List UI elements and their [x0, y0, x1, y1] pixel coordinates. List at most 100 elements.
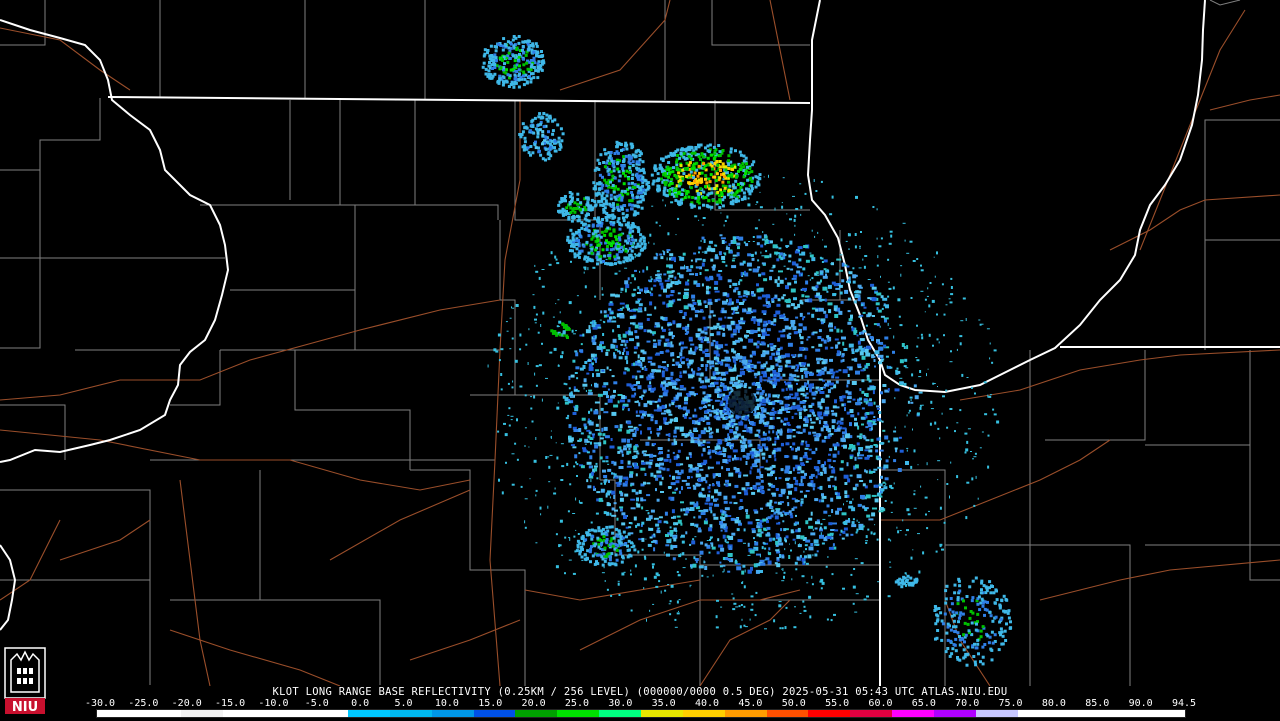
echo-pixel [698, 565, 704, 569]
echo-pixel [722, 459, 728, 463]
echo-pixel [794, 606, 796, 608]
echo-pixel [838, 369, 842, 372]
echo-pixel [753, 537, 755, 540]
echo-pixel [704, 331, 708, 335]
echo-pixel [917, 464, 919, 466]
echo-pixel [634, 256, 636, 259]
echo-pixel [883, 486, 888, 490]
echo-pixel [818, 378, 823, 381]
echo-pixel [751, 316, 756, 319]
echo-pixel [524, 40, 527, 44]
echo-pixel [556, 123, 560, 127]
echo-pixel [855, 484, 858, 487]
echo-pixel [700, 380, 705, 384]
echo-pixel [506, 330, 509, 332]
echo-pixel [578, 500, 580, 504]
echo-pixel [786, 411, 791, 413]
echo-pixel [716, 481, 720, 485]
echo-pixel [647, 512, 650, 515]
echo-pixel [678, 573, 680, 575]
echo-pixel [694, 346, 698, 350]
echo-pixel [767, 376, 771, 380]
echo-pixel [541, 142, 544, 146]
echo-pixel [943, 313, 946, 316]
echo-pixel [766, 532, 770, 536]
echo-pixel [680, 356, 685, 359]
echo-pixel [637, 310, 643, 313]
echo-pixel [857, 284, 862, 288]
echo-pixel [896, 367, 899, 370]
echo-pixel [734, 454, 736, 459]
echo-pixel [783, 417, 788, 421]
echo-pixel [610, 293, 616, 297]
echo-pixel [647, 543, 652, 547]
echo-pixel [483, 48, 487, 52]
echo-pixel [783, 396, 789, 399]
echo-pixel [847, 400, 852, 403]
echo-pixel [799, 300, 803, 304]
echo-pixel [670, 352, 675, 357]
echo-pixel [609, 197, 613, 201]
echo-pixel [617, 334, 621, 338]
echo-pixel [604, 402, 608, 405]
echo-pixel [859, 454, 864, 457]
echo-pixel [727, 154, 731, 158]
echo-pixel [635, 160, 639, 164]
echo-pixel [816, 519, 820, 522]
echo-pixel [685, 531, 688, 535]
echo-pixel [677, 217, 680, 220]
echo-pixel [785, 387, 788, 391]
echo-pixel [867, 528, 870, 531]
echo-pixel [748, 241, 751, 242]
echo-pixel [655, 221, 658, 224]
echo-pixel [629, 384, 634, 388]
echo-pixel [832, 543, 835, 547]
echo-pixel [598, 497, 603, 502]
echo-pixel [614, 425, 619, 429]
echo-pixel [772, 223, 775, 225]
echo-pixel [786, 304, 791, 308]
echo-pixel [524, 526, 527, 529]
echo-pixel [745, 512, 748, 515]
echo-pixel [580, 465, 585, 469]
echo-pixel [987, 394, 989, 398]
echo-pixel [646, 313, 652, 316]
echo-pixel [590, 471, 594, 476]
echo-pixel [751, 456, 755, 459]
echo-pixel [606, 395, 609, 399]
echo-pixel [899, 359, 904, 364]
echo-pixel [658, 580, 661, 583]
echo-pixel [714, 399, 720, 402]
echo-pixel [542, 112, 546, 115]
echo-pixel [680, 501, 684, 504]
echo-pixel [745, 514, 750, 519]
echo-pixel [688, 452, 692, 456]
echo-pixel [743, 241, 746, 244]
echo-pixel [680, 469, 684, 474]
echo-pixel [639, 410, 645, 414]
echo-pixel [728, 458, 731, 462]
echo-pixel [487, 364, 489, 368]
echo-pixel [833, 305, 838, 309]
echo-pixel [685, 266, 689, 269]
echo-pixel [774, 501, 778, 504]
echo-pixel [784, 626, 787, 630]
echo-pixel [747, 521, 753, 525]
echo-pixel [719, 450, 722, 453]
echo-pixel [831, 534, 834, 537]
echo-pixel [624, 288, 627, 293]
echo-pixel [802, 428, 806, 433]
echo-pixel [577, 533, 580, 535]
echo-pixel [517, 78, 521, 81]
echo-pixel [780, 488, 786, 493]
echo-pixel [607, 468, 612, 472]
echo-pixel [819, 534, 824, 539]
echo-pixel [815, 190, 818, 192]
echo-pixel [527, 362, 529, 365]
echo-pixel [676, 455, 680, 459]
echo-pixel [712, 373, 715, 377]
echo-pixel [526, 146, 530, 150]
echo-pixel [777, 348, 781, 352]
echo-pixel [698, 219, 700, 221]
echo-pixel [764, 235, 768, 239]
